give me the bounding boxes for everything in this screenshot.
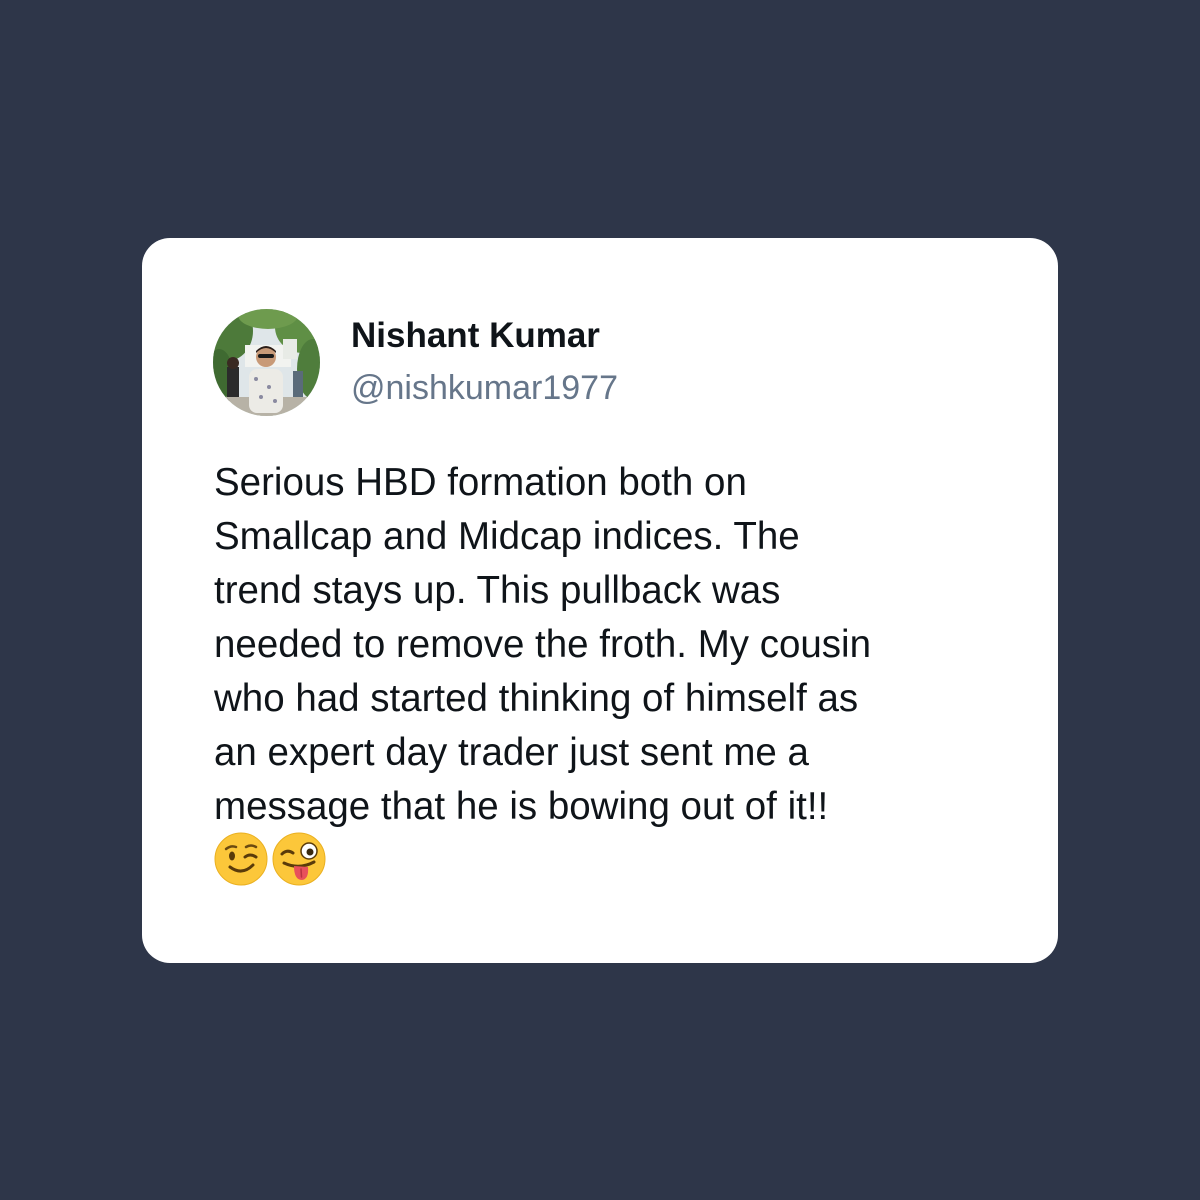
tweet-card: Nishant Kumar @nishkumar1977 Serious HBD… (142, 238, 1058, 963)
avatar[interactable] (213, 309, 320, 416)
tweet-text-line: an expert day trader just sent me a (214, 731, 809, 774)
tweet-text-line: trend stays up. This pullback was (214, 569, 781, 612)
profile-photo-icon (213, 309, 320, 416)
emoji-row (214, 832, 326, 886)
winking-face-icon (214, 832, 268, 886)
tweet-text-line: needed to remove the froth. My cousin (214, 623, 872, 666)
tweet-text-line: message that he is bowing out of it!! (214, 785, 829, 828)
tweet-text-line: Serious HBD formation both on (214, 461, 747, 504)
tweet-text-line: Smallcap and Midcap indices. The (214, 515, 800, 558)
zany-face-icon (272, 832, 326, 886)
tweet-text-line: who had started thinking of himself as (214, 677, 859, 720)
tweet-text: Serious HBD formation both on Smallcap a… (214, 456, 1014, 834)
author-handle[interactable]: @nishkumar1977 (351, 368, 618, 408)
author-display-name[interactable]: Nishant Kumar (351, 316, 600, 356)
